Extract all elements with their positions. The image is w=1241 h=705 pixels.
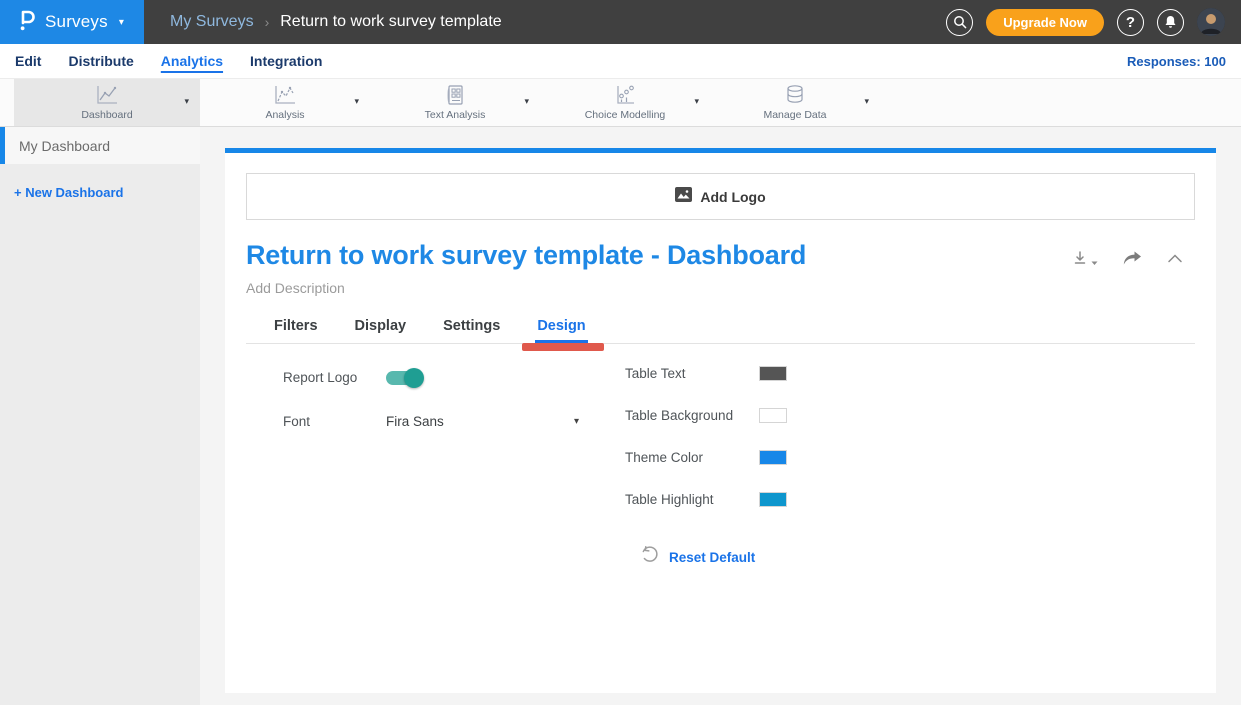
toolbar-text-analysis[interactable]: Text Analysis ▾ [370,79,540,126]
share-icon [1123,251,1142,266]
questionpro-p-icon [17,8,36,37]
document-grid-icon [444,84,466,106]
theme-color-label: Theme Color [625,450,703,465]
chevron-down-icon[interactable]: ▾ [694,96,699,107]
chevron-down-icon[interactable]: ▾ [864,96,869,107]
table-background-row: Table Background [625,408,787,423]
download-button[interactable] [1072,250,1098,266]
toolbar-manage-data-label: Manage Data [763,109,826,121]
chevron-down-icon: ▾ [574,416,579,427]
tab-design[interactable]: Design [535,318,587,343]
table-background-swatch[interactable] [759,408,787,423]
tab-design-label: Design [537,318,585,334]
chevron-down-icon [1091,261,1098,266]
toolbar-manage-data[interactable]: Manage Data ▾ [710,79,880,126]
question-mark-icon: ? [1126,14,1135,31]
sidebar-item-my-dashboard[interactable]: My Dashboard [0,127,200,164]
share-button[interactable] [1123,251,1142,266]
line-chart-icon [94,84,120,106]
top-header: Surveys ▾ My Surveys › Return to work su… [0,0,1241,44]
reset-icon [641,546,658,568]
toggle-knob [404,368,424,388]
download-icon [1072,250,1088,266]
font-row: Font Fira Sans ▾ [283,414,579,429]
user-avatar[interactable] [1197,8,1225,36]
color-settings-column: Table Text Table Background Theme Color … [625,366,787,534]
theme-color-swatch[interactable] [759,450,787,465]
tab-settings[interactable]: Settings [441,318,502,343]
table-background-label: Table Background [625,408,733,423]
help-button[interactable]: ? [1117,9,1144,36]
chevron-down-icon: ▾ [119,17,124,28]
reset-default-label: Reset Default [669,550,755,565]
survey-nav: Edit Distribute Analytics Integration Re… [0,44,1241,78]
table-highlight-swatch[interactable] [759,492,787,507]
dashboard-card: Add Logo Return to work survey template … [225,148,1216,693]
page-body: My Dashboard + New Dashboard Add Logo Re… [0,127,1241,705]
chevron-down-icon[interactable]: ▾ [184,96,189,107]
report-logo-toggle[interactable] [386,371,422,385]
analysis-chart-icon [272,84,298,106]
font-select[interactable]: Fira Sans ▾ [386,414,579,429]
toolbar-dashboard-label: Dashboard [81,109,132,121]
toolbar-choice-modelling-label: Choice Modelling [585,109,666,121]
notifications-button[interactable] [1157,9,1184,36]
new-dashboard-button[interactable]: + New Dashboard [14,185,200,200]
breadcrumb-separator-icon: › [265,14,270,30]
report-logo-label: Report Logo [283,370,386,385]
chevron-down-icon[interactable]: ▾ [354,96,359,107]
breadcrumb: My Surveys › Return to work survey templ… [144,0,946,44]
nav-analytics[interactable]: Analytics [161,53,223,69]
nav-integration[interactable]: Integration [250,53,322,69]
settings-tabs: Filters Display Settings Design [246,318,1195,344]
table-text-row: Table Text [625,366,787,381]
page-title: Return to work survey template - Dashboa… [246,240,1072,271]
table-text-swatch[interactable] [759,366,787,381]
add-logo-dropzone[interactable]: Add Logo [246,173,1195,220]
database-icon [784,84,806,106]
search-icon [953,15,967,29]
image-icon [675,187,692,207]
add-description-field[interactable]: Add Description [246,280,1195,296]
toolbar-dashboard[interactable]: Dashboard ▾ [14,79,200,126]
dashboard-sidebar: My Dashboard + New Dashboard [0,127,200,705]
product-switcher[interactable]: Surveys ▾ [0,0,144,44]
reset-default-button[interactable]: Reset Default [641,546,755,568]
font-select-value: Fira Sans [386,414,444,429]
tab-display[interactable]: Display [353,318,409,343]
header-actions: Upgrade Now ? [946,0,1241,44]
nav-edit[interactable]: Edit [15,53,41,69]
toolbar-choice-modelling[interactable]: Choice Modelling ▾ [540,79,710,126]
report-logo-row: Report Logo [283,370,422,385]
chevron-up-icon [1167,254,1183,263]
toolbar-text-analysis-label: Text Analysis [425,109,486,121]
font-label: Font [283,414,386,429]
analytics-toolbar: Dashboard ▾ Analysis ▾ Text Analysis ▾ C… [0,78,1241,127]
content-area: Add Logo Return to work survey template … [200,127,1241,705]
table-highlight-label: Table Highlight [625,492,714,507]
nav-distribute[interactable]: Distribute [68,53,133,69]
breadcrumb-current-survey: Return to work survey template [280,13,501,31]
design-panel: Report Logo Font Fira Sans ▾ Table Text [246,344,1195,694]
bell-icon [1164,15,1177,29]
scatter-chart-icon [613,84,637,106]
tab-filters[interactable]: Filters [272,318,320,343]
collapse-button[interactable] [1167,254,1183,263]
table-highlight-row: Table Highlight [625,492,787,507]
table-text-label: Table Text [625,366,686,381]
sidebar-item-label: My Dashboard [19,138,110,154]
chevron-down-icon[interactable]: ▾ [524,96,529,107]
toolbar-analysis[interactable]: Analysis ▾ [200,79,370,126]
responses-count[interactable]: Responses: 100 [1127,54,1226,69]
search-button[interactable] [946,9,973,36]
title-actions [1072,250,1183,266]
toolbar-analysis-label: Analysis [265,109,304,121]
breadcrumb-my-surveys[interactable]: My Surveys [170,13,254,31]
add-logo-label: Add Logo [700,189,765,205]
theme-color-row: Theme Color [625,450,787,465]
title-row: Return to work survey template - Dashboa… [246,240,1195,271]
product-name: Surveys [45,12,108,32]
upgrade-now-button[interactable]: Upgrade Now [986,9,1104,36]
